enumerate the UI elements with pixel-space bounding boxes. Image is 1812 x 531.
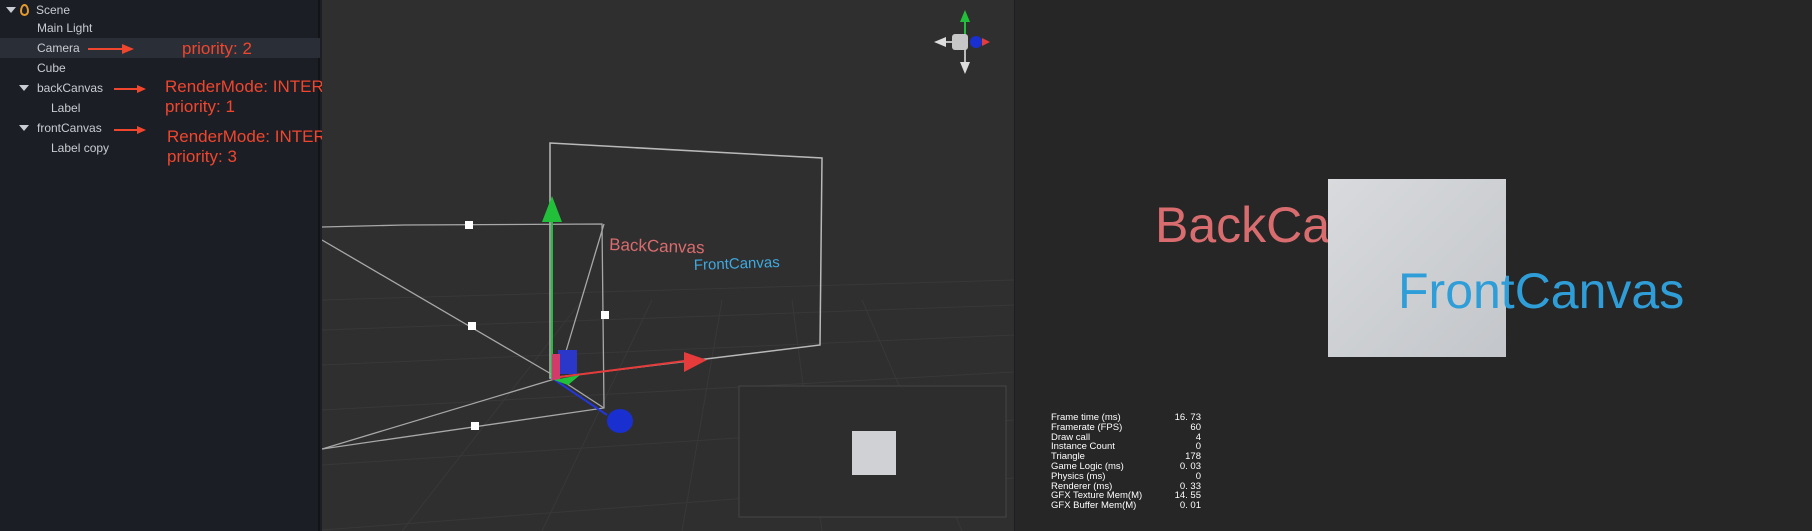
tree-label: Label (51, 101, 81, 115)
camera-preview-cube (852, 431, 896, 475)
tree-label: Main Light (37, 21, 93, 35)
tree-label: Cube (37, 61, 66, 75)
back-canvas-frame[interactable] (549, 142, 823, 379)
tree-label: Label copy (51, 141, 110, 155)
stat-value: 0. 01 (1179, 500, 1201, 512)
tree-label: Camera (37, 41, 80, 55)
plane-handle-icon[interactable] (552, 354, 560, 380)
caret-down-icon[interactable] (19, 125, 29, 131)
stat-label: GFX Buffer Mem(M) (1051, 500, 1137, 512)
tree-item-cube[interactable]: Cube (0, 58, 320, 78)
annotation-arrow-icon (114, 85, 146, 93)
tree-label: Scene (36, 3, 71, 17)
hierarchy-panel: Scene Main Light Camera Cube backCanvas … (0, 0, 395, 531)
caret-down-icon[interactable] (19, 85, 29, 91)
editor-window: Scene Main Light Camera Cube backCanvas … (0, 0, 1812, 531)
orientation-gizmo-icon[interactable] (934, 10, 990, 74)
annotation-front-priority: priority: 3 (167, 147, 237, 166)
annotation-camera-priority: priority: 2 (182, 39, 252, 58)
x-axis-arrow-icon[interactable] (684, 352, 707, 372)
tree-label: frontCanvas (37, 121, 102, 135)
move-gizmo[interactable] (542, 196, 707, 433)
game-front-canvas-text: FrontCanvas (1398, 263, 1685, 319)
stat-row: GFX Buffer Mem(M) 0. 01 (1051, 501, 1201, 511)
tree-label: backCanvas (37, 81, 104, 95)
scene-viewport[interactable]: BackCanvas FrontCanvas (322, 0, 1014, 531)
tree-item-main-light[interactable]: Main Light (0, 18, 320, 38)
y-axis-arrow-icon[interactable] (542, 196, 562, 222)
z-axis-cap-icon[interactable] (607, 409, 633, 433)
plane-handle-icon[interactable] (558, 350, 577, 374)
annotation-back-priority: priority: 1 (165, 97, 235, 116)
profiler-stats: Frame time (ms) 16. 73 Framerate (FPS) 60 … (1051, 413, 1201, 511)
caret-down-icon[interactable] (6, 7, 16, 13)
camera-frustum (322, 223, 605, 450)
scene-canvas[interactable]: BackCanvas FrontCanvas (322, 0, 1014, 531)
annotation-arrow-icon (114, 126, 146, 134)
tree-item-label[interactable]: Label (0, 98, 320, 118)
annotation-arrow-icon (88, 44, 134, 54)
scene-icon (20, 4, 29, 16)
tree-item-scene[interactable]: Scene (0, 0, 320, 20)
scene-back-label: BackCanvas (609, 235, 705, 257)
game-view[interactable]: BackCanvas FrontCanvas Frame time (ms) 16… (1015, 0, 1812, 531)
scene-front-label: FrontCanvas (694, 254, 780, 274)
tree-item-camera[interactable]: Camera (0, 38, 320, 58)
